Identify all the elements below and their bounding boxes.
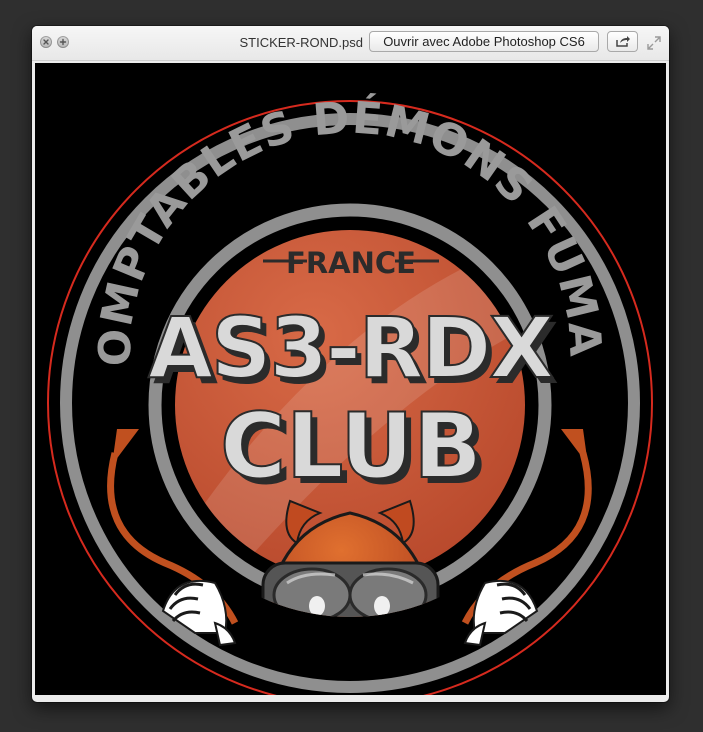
zoom-icon (59, 38, 67, 46)
fullscreen-icon (647, 36, 661, 50)
quicklook-window: STICKER-ROND.psd Ouvrir avec Adobe Photo… (32, 26, 669, 702)
zoom-button[interactable] (57, 36, 69, 48)
file-name: STICKER-ROND.psd (239, 35, 363, 50)
share-icon (615, 36, 630, 47)
sticker-image: INDOMPTABLES DÉMONS FUMANTS FRANCE AS3-R… (35, 63, 666, 695)
country-label: FRANCE (286, 246, 416, 280)
open-with-photoshop-button[interactable]: Ouvrir avec Adobe Photoshop CS6 (369, 31, 599, 52)
close-button[interactable] (40, 36, 52, 48)
close-icon (43, 39, 49, 45)
title-line1: AS3-RDX (148, 299, 553, 397)
image-preview: INDOMPTABLES DÉMONS FUMANTS FRANCE AS3-R… (35, 63, 666, 695)
fullscreen-button[interactable] (646, 35, 662, 51)
title-bar: STICKER-ROND.psd Ouvrir avec Adobe Photo… (32, 26, 669, 61)
title-line2: CLUB (220, 394, 482, 499)
share-button[interactable] (607, 31, 638, 52)
